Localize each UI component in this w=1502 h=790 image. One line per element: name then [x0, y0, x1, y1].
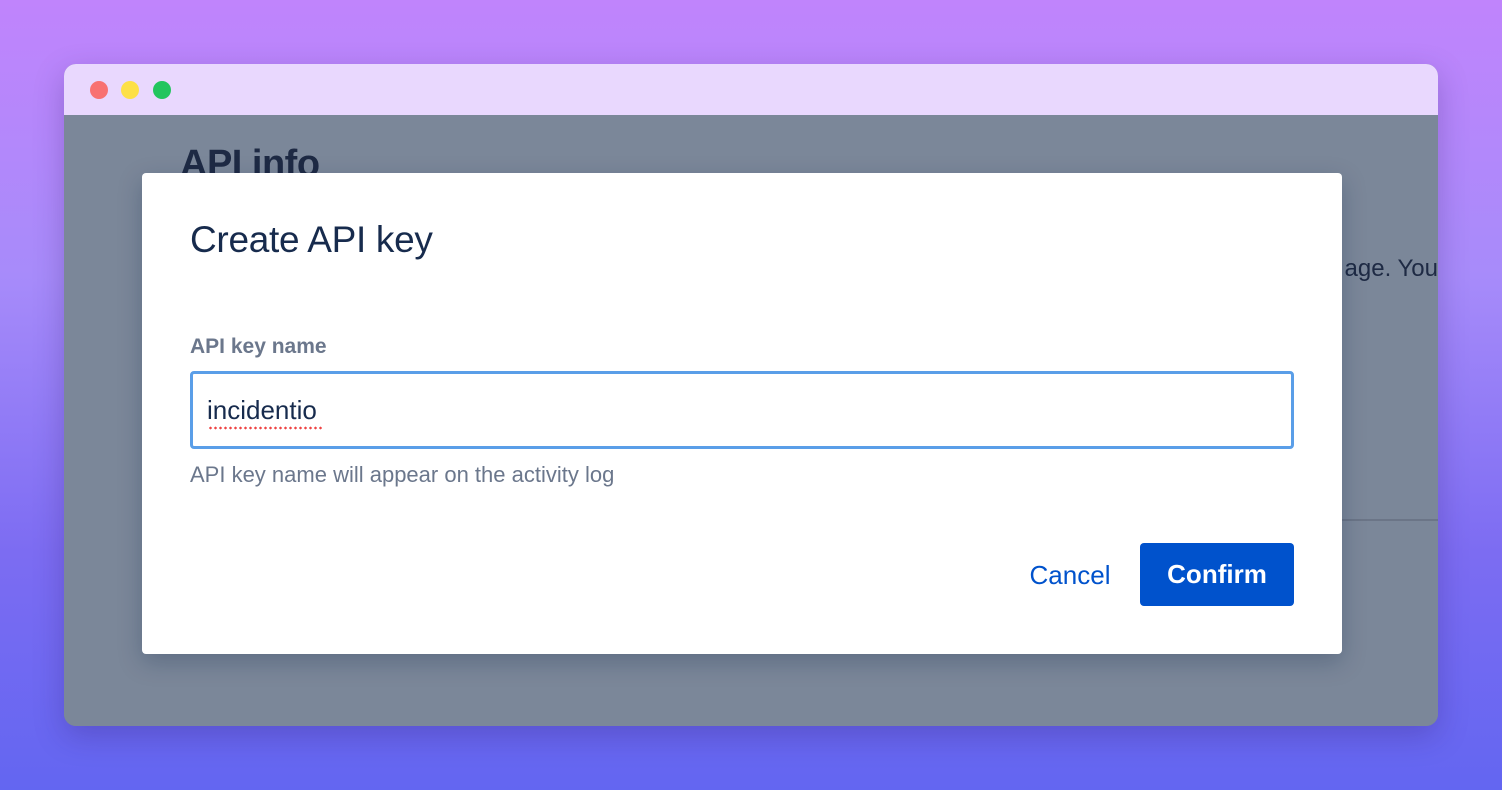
minimize-window-button[interactable]: [121, 81, 139, 99]
create-api-key-dialog: Create API key API key name API key name…: [142, 173, 1342, 654]
spellcheck-underline: [208, 426, 324, 430]
api-key-name-helper-text: API key name will appear on the activity…: [190, 462, 615, 487]
background-divider: [1342, 519, 1438, 521]
api-key-name-input[interactable]: [190, 371, 1294, 449]
api-key-name-label: API key name: [190, 335, 327, 358]
dialog-title: Create API key: [190, 219, 433, 260]
cancel-button[interactable]: Cancel: [1014, 543, 1126, 607]
close-window-button[interactable]: [90, 81, 108, 99]
maximize-window-button[interactable]: [153, 81, 171, 99]
confirm-button[interactable]: Confirm: [1140, 543, 1294, 606]
window-titlebar: [64, 64, 1438, 115]
